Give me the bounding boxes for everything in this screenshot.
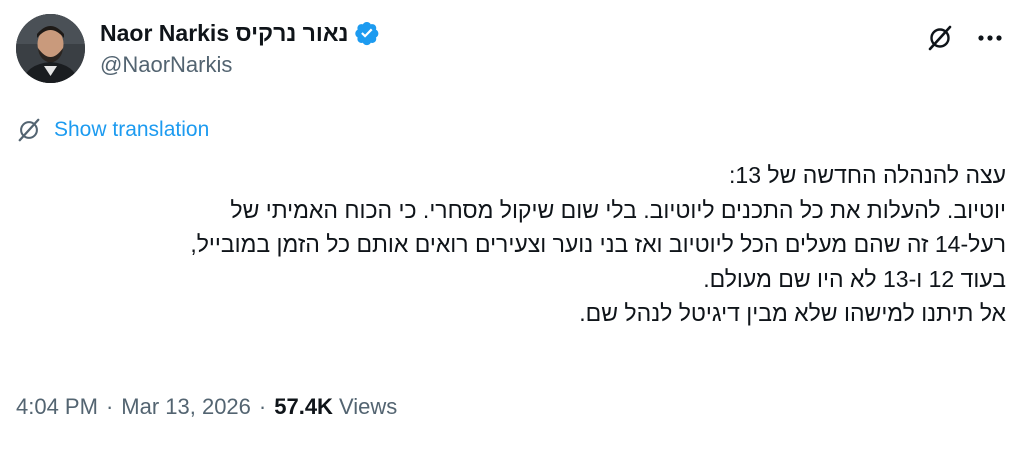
- display-name-row: Naor Narkis נאור נרקיס: [100, 18, 380, 48]
- meta-separator: ·: [258, 394, 267, 419]
- verified-badge-icon[interactable]: [354, 20, 380, 46]
- grok-icon: [18, 118, 40, 142]
- grok-button[interactable]: [922, 20, 958, 56]
- more-horizontal-icon: [978, 35, 1002, 41]
- tweet-date[interactable]: Mar 13, 2026: [121, 394, 251, 420]
- grok-icon: [928, 25, 952, 51]
- views-label: Views: [338, 394, 398, 419]
- tweet-line: רעל-14 זה שהם מעלים הכל ליוטיוב ואז בני …: [190, 231, 1006, 257]
- avatar-image: [16, 14, 85, 83]
- views-count[interactable]: 57.4K: [274, 394, 333, 420]
- tweet-meta: 4:04 PM · Mar 13, 2026 · 57.4K Views: [16, 394, 397, 420]
- tweet-line: אל תיתנו למישהו שלא מבין דיגיטל לנהל שם.: [579, 300, 1006, 326]
- avatar[interactable]: [16, 14, 85, 83]
- header-actions: [922, 20, 1008, 56]
- more-options-button[interactable]: [972, 20, 1008, 56]
- tweet-header: Naor Narkis נאור נרקיס @NaorNarkis: [16, 14, 1008, 86]
- tweet-text: עצה להנהלה החדשה של 13: יוטיוב. להעלות א…: [16, 158, 1006, 331]
- display-name[interactable]: Naor Narkis נאור נרקיס: [100, 20, 348, 47]
- tweet-time[interactable]: 4:04 PM: [16, 394, 98, 420]
- tweet-line: יוטיוב. להעלות את כל התכנים ליוטיוב. בלי…: [230, 196, 1006, 223]
- show-translation-button[interactable]: Show translation: [16, 117, 209, 143]
- author-handle[interactable]: @NaorNarkis: [100, 52, 380, 78]
- meta-separator: ·: [105, 394, 114, 419]
- show-translation-label: Show translation: [54, 118, 210, 141]
- author-info: Naor Narkis נאור נרקיס @NaorNarkis: [100, 18, 380, 78]
- tweet-line: בעוד 12 ו-13 לא היו שם מעולם.: [703, 265, 1006, 292]
- tweet-line: עצה להנהלה החדשה של 13:: [729, 162, 1006, 188]
